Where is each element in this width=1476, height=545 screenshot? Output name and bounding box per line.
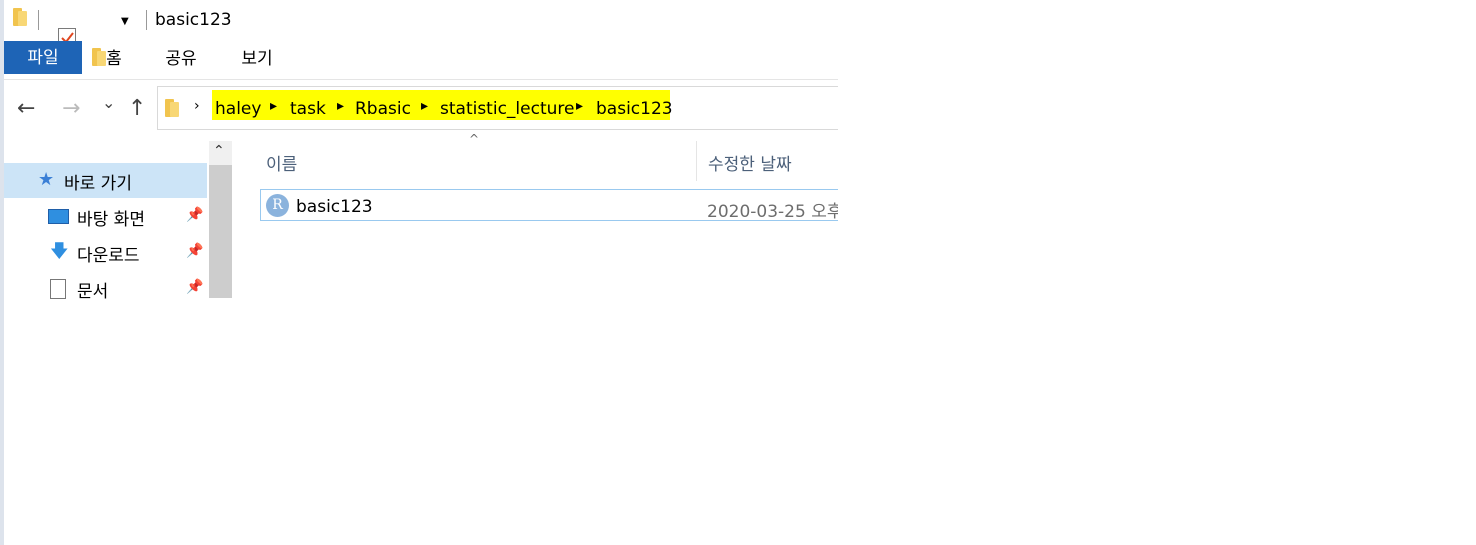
recent-locations-icon[interactable]: ⌄: [102, 93, 115, 112]
sidebar-item-documents[interactable]: 문서 📌: [0, 271, 207, 306]
desktop-icon: [48, 209, 69, 224]
back-icon[interactable]: ←: [17, 96, 35, 121]
tab-file[interactable]: 파일: [4, 41, 82, 74]
breadcrumb-separator-icon[interactable]: ▸: [421, 98, 428, 114]
folder-icon[interactable]: [13, 8, 27, 26]
breadcrumb-separator-icon[interactable]: ▸: [337, 98, 344, 114]
tab-home[interactable]: 홈: [100, 41, 128, 74]
column-header-name[interactable]: 이름: [266, 150, 297, 175]
file-date: 2020-03-25 오후: [707, 202, 838, 222]
customize-dropdown-icon[interactable]: ▼: [121, 17, 129, 27]
title-bar: ▼ basic123: [4, 0, 838, 66]
r-file-icon: R: [266, 194, 289, 217]
download-icon: 🡇: [50, 241, 69, 262]
column-header-date[interactable]: 수정한 날짜: [708, 150, 792, 175]
forward-icon[interactable]: →: [62, 96, 80, 121]
pin-icon[interactable]: 📌: [186, 243, 203, 259]
ribbon-tabs: 파일 홈 공유 보기: [4, 41, 838, 80]
sidebar-item-label: 바로 가기: [64, 174, 132, 194]
address-folder-icon: [165, 99, 179, 117]
separator: [146, 10, 147, 30]
breadcrumb-rbasic[interactable]: Rbasic: [355, 99, 411, 119]
document-icon: [50, 279, 66, 299]
tab-view[interactable]: 보기: [239, 41, 275, 74]
up-icon[interactable]: ↑: [128, 96, 146, 121]
sidebar-item-label: 다운로드: [77, 246, 140, 266]
separator: [38, 10, 39, 30]
star-icon: ★: [38, 169, 55, 190]
pin-icon[interactable]: 📌: [186, 279, 203, 295]
pin-icon[interactable]: 📌: [186, 207, 203, 223]
file-name[interactable]: basic123: [296, 197, 373, 217]
breadcrumb-task[interactable]: task: [290, 99, 326, 119]
breadcrumb-statistic-lecture[interactable]: statistic_lecture: [440, 99, 574, 119]
breadcrumb-chevron-icon[interactable]: ›: [194, 98, 200, 114]
sidebar-item-label: 바탕 화면: [77, 210, 145, 230]
sidebar-item-label: 문서: [77, 282, 109, 302]
breadcrumb-separator-icon[interactable]: ▸: [576, 98, 583, 114]
breadcrumb-separator-icon[interactable]: ▸: [270, 98, 277, 114]
breadcrumb-basic123[interactable]: basic123: [596, 99, 673, 119]
sidebar-scrollbar-thumb[interactable]: [209, 165, 232, 298]
sidebar-item-quick-access[interactable]: ★ 바로 가기: [0, 163, 207, 198]
column-divider[interactable]: [696, 141, 697, 181]
sidebar-item-desktop[interactable]: 바탕 화면 📌: [0, 199, 207, 234]
sidebar-item-downloads[interactable]: 🡇 다운로드 📌: [0, 235, 207, 270]
breadcrumb-haley[interactable]: haley: [215, 99, 261, 119]
scroll-up-icon[interactable]: ⌃: [213, 143, 225, 159]
sort-ascending-icon: ^: [469, 132, 480, 146]
tab-share[interactable]: 공유: [163, 41, 199, 74]
window-title: basic123: [155, 10, 232, 30]
